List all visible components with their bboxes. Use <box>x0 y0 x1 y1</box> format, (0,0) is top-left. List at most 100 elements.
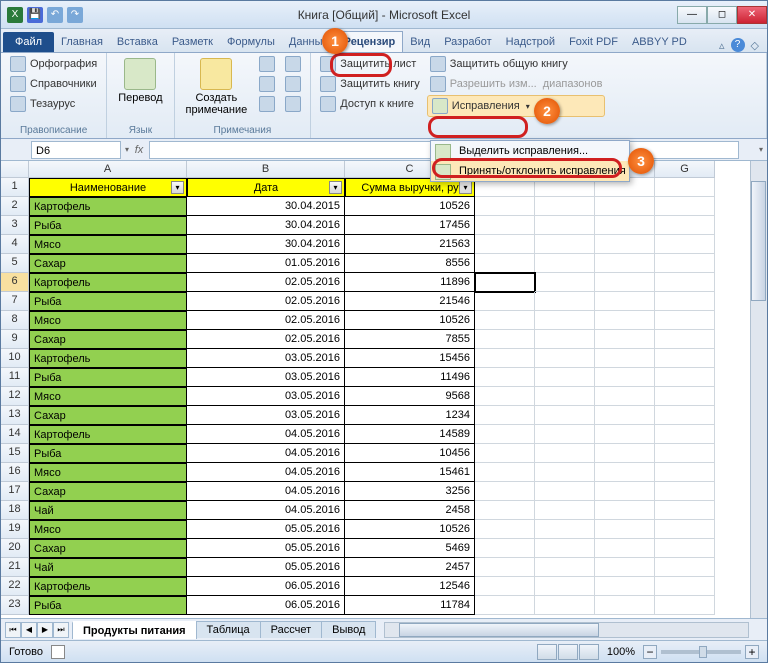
tab-developer[interactable]: Разработ <box>437 32 498 52</box>
sheet-tab-2[interactable]: Таблица <box>196 621 261 638</box>
cell-F8[interactable] <box>595 311 655 330</box>
cell-G1[interactable] <box>655 178 715 197</box>
cell-A14[interactable]: Картофель <box>29 425 187 444</box>
cell-D4[interactable] <box>475 235 535 254</box>
cell-A15[interactable]: Рыба <box>29 444 187 463</box>
filter-date-icon[interactable]: ▾ <box>329 181 342 194</box>
cell-F23[interactable] <box>595 596 655 615</box>
row-header-9[interactable]: 9 <box>1 330 29 349</box>
cell-B16[interactable]: 04.05.2016 <box>187 463 345 482</box>
cell-G9[interactable] <box>655 330 715 349</box>
cell-A9[interactable]: Сахар <box>29 330 187 349</box>
tab-foxit[interactable]: Foxit PDF <box>562 32 625 52</box>
maximize-button[interactable]: ◻ <box>707 6 737 24</box>
row-header-12[interactable]: 12 <box>1 387 29 406</box>
filter-name-icon[interactable]: ▾ <box>171 181 184 194</box>
row-header-7[interactable]: 7 <box>1 292 29 311</box>
cell-C16[interactable]: 15461 <box>345 463 475 482</box>
cell-A4[interactable]: Мясо <box>29 235 187 254</box>
cell-E23[interactable] <box>535 596 595 615</box>
cell-E3[interactable] <box>535 216 595 235</box>
cell-C18[interactable]: 2458 <box>345 501 475 520</box>
cell-G15[interactable] <box>655 444 715 463</box>
cell-G18[interactable] <box>655 501 715 520</box>
row-header-11[interactable]: 11 <box>1 368 29 387</box>
cell-D20[interactable] <box>475 539 535 558</box>
cell-A6[interactable]: Картофель <box>29 273 187 292</box>
cell-F14[interactable] <box>595 425 655 444</box>
cell-C3[interactable]: 17456 <box>345 216 475 235</box>
cell-A19[interactable]: Мясо <box>29 520 187 539</box>
help-icon[interactable]: ? <box>731 38 745 52</box>
show-ink-button[interactable] <box>282 95 304 113</box>
cell-E9[interactable] <box>535 330 595 349</box>
cell-C5[interactable]: 8556 <box>345 254 475 273</box>
cell-E17[interactable] <box>535 482 595 501</box>
cell-F22[interactable] <box>595 577 655 596</box>
cell-G3[interactable] <box>655 216 715 235</box>
cell-F10[interactable] <box>595 349 655 368</box>
cell-B13[interactable]: 03.05.2016 <box>187 406 345 425</box>
cell-A8[interactable]: Мясо <box>29 311 187 330</box>
name-box[interactable]: D6 <box>31 141 121 159</box>
cell-A10[interactable]: Картофель <box>29 349 187 368</box>
cell-F15[interactable] <box>595 444 655 463</box>
accept-reject-item[interactable]: Принять/отклонить исправления <box>431 161 629 181</box>
protect-workbook-button[interactable]: Защитить книгу <box>317 75 423 93</box>
cell-A18[interactable]: Чай <box>29 501 187 520</box>
cell-A11[interactable]: Рыба <box>29 368 187 387</box>
row-header-15[interactable]: 15 <box>1 444 29 463</box>
spreadsheet-grid[interactable]: ABCDEFG1Наименование▾Дата▾Сумма выручки,… <box>1 161 767 615</box>
cell-D5[interactable] <box>475 254 535 273</box>
cell-B21[interactable]: 05.05.2016 <box>187 558 345 577</box>
cell-A20[interactable]: Сахар <box>29 539 187 558</box>
cell-D3[interactable] <box>475 216 535 235</box>
row-header-17[interactable]: 17 <box>1 482 29 501</box>
cell-F6[interactable] <box>595 273 655 292</box>
cell-C14[interactable]: 14589 <box>345 425 475 444</box>
cell-B10[interactable]: 03.05.2016 <box>187 349 345 368</box>
cell-A12[interactable]: Мясо <box>29 387 187 406</box>
cell-G6[interactable] <box>655 273 715 292</box>
protect-shared-button[interactable]: Защитить общую книгу <box>427 55 606 73</box>
view-layout-button[interactable] <box>558 644 578 660</box>
cell-D18[interactable] <box>475 501 535 520</box>
cell-C13[interactable]: 1234 <box>345 406 475 425</box>
cell-E21[interactable] <box>535 558 595 577</box>
cell-B11[interactable]: 03.05.2016 <box>187 368 345 387</box>
tab-home[interactable]: Главная <box>54 32 110 52</box>
row-header-10[interactable]: 10 <box>1 349 29 368</box>
tab-layout[interactable]: Разметк <box>165 32 220 52</box>
cell-C2[interactable]: 10526 <box>345 197 475 216</box>
cell-D12[interactable] <box>475 387 535 406</box>
cell-G22[interactable] <box>655 577 715 596</box>
tab-addins[interactable]: Надстрой <box>499 32 562 52</box>
cell-G12[interactable] <box>655 387 715 406</box>
row-header-21[interactable]: 21 <box>1 558 29 577</box>
cell-A21[interactable]: Чай <box>29 558 187 577</box>
cell-E12[interactable] <box>535 387 595 406</box>
new-comment-button[interactable]: Создать примечание <box>181 55 253 119</box>
cell-C7[interactable]: 21546 <box>345 292 475 311</box>
show-all-button[interactable] <box>282 75 304 93</box>
row-header-4[interactable]: 4 <box>1 235 29 254</box>
cell-E5[interactable] <box>535 254 595 273</box>
cell-D10[interactable] <box>475 349 535 368</box>
cell-G2[interactable] <box>655 197 715 216</box>
cell-E20[interactable] <box>535 539 595 558</box>
cell-A22[interactable]: Картофель <box>29 577 187 596</box>
cell-E15[interactable] <box>535 444 595 463</box>
view-pagebreak-button[interactable] <box>579 644 599 660</box>
row-header-22[interactable]: 22 <box>1 577 29 596</box>
cell-C17[interactable]: 3256 <box>345 482 475 501</box>
zoom-percent[interactable]: 100% <box>607 646 635 658</box>
cell-F7[interactable] <box>595 292 655 311</box>
cell-A23[interactable]: Рыба <box>29 596 187 615</box>
horizontal-scrollbar[interactable] <box>384 622 749 638</box>
filter-sum-icon[interactable]: ▾ <box>459 181 472 194</box>
cell-B23[interactable]: 06.05.2016 <box>187 596 345 615</box>
sheet-next-button[interactable]: ▶ <box>37 622 53 638</box>
cell-C6[interactable]: 11896 <box>345 273 475 292</box>
allow-ranges-button[interactable]: Разрешить изм...диапазонов <box>427 75 606 93</box>
cell-A16[interactable]: Мясо <box>29 463 187 482</box>
